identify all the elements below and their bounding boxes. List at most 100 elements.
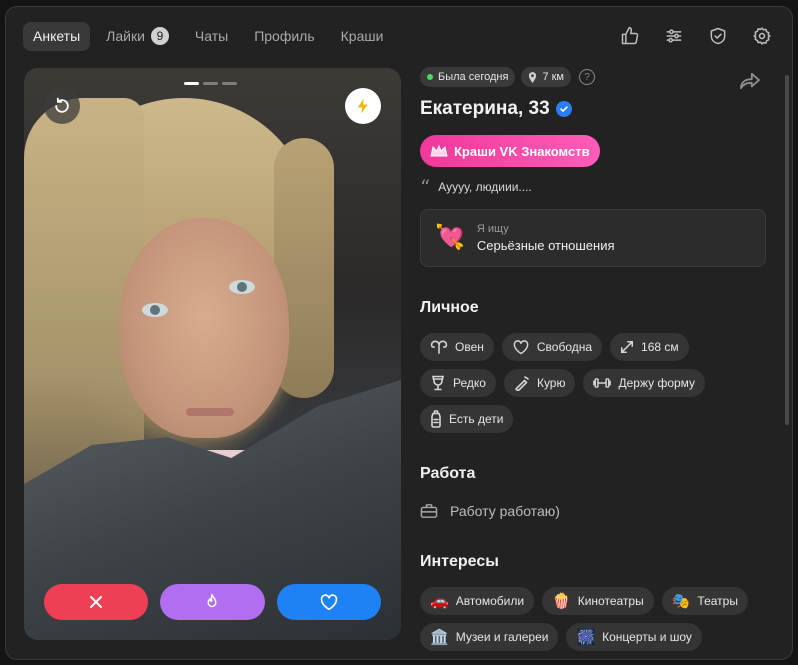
profile-name: Екатерина, 33 [420,97,768,121]
profile-info: Была сегодня 7 км ? Екатерина, 33 Краши … [420,67,768,659]
top-navigation: Анкеты Лайки 9 Чаты Профиль Краши [23,21,778,51]
photo-indicator-dot [222,82,237,85]
like-button[interactable] [276,584,381,620]
aries-icon [430,340,448,354]
popcorn-icon: 🍿 [552,592,571,610]
thumbs-up-icon[interactable] [618,24,642,48]
rewind-button[interactable] [44,88,80,124]
work-section-title: Работа [420,465,476,482]
lightning-icon [357,98,368,114]
likes-count-badge: 9 [150,27,169,45]
photo-face [119,218,289,438]
looking-for-card: 💘 Я ищу Серьёзные отношения [420,209,766,267]
interest-cars: 🚗 Автомобили [420,587,535,615]
work-text: Работу работаю) [450,503,560,519]
tag-label: Свободна [536,340,593,354]
name-age-text: Екатерина, 33 [420,98,550,119]
distance-text: 7 км [542,71,564,83]
dislike-button[interactable] [44,584,149,620]
tag-label: Концерты и шоу [602,630,692,644]
online-status-chip: Была сегодня [420,67,516,87]
interest-museums: 🏛️ Музеи и галереи [420,623,559,651]
crush-badge[interactable]: Краши VK Знакомств [420,135,600,167]
tag-label: Музеи и галереи [455,630,549,644]
gear-icon[interactable] [750,24,774,48]
tab-ankety[interactable]: Анкеты [23,21,91,51]
tab-label: Профиль [254,28,315,44]
close-icon [90,596,103,608]
car-icon: 🚗 [430,592,449,610]
baby-bottle-icon [431,410,441,428]
tag-height: 168 см [610,333,689,361]
photo-mouth [186,408,234,416]
share-button[interactable] [738,69,762,93]
tag-label: Овен [455,340,484,354]
tag-label: Держу форму [618,376,696,390]
verified-icon [555,101,572,117]
work-row: Работу работаю) [420,501,768,521]
boost-button[interactable] [345,88,381,124]
heart-outline-icon [513,340,529,355]
share-icon [740,72,760,90]
filters-icon[interactable] [662,24,686,48]
personal-tags: Овен Свободна 168 см Редко Курю Держу фо… [420,333,768,433]
info-scrollbar[interactable] [785,75,789,425]
quote-text: Ауууу, людиии.... [438,180,532,194]
tag-children: Есть дети [420,405,514,433]
status-row: Была сегодня 7 км ? [420,67,768,87]
fireworks-icon: 🎆 [576,628,596,646]
interest-concerts: 🎆 Концерты и шоу [566,623,702,651]
top-icons [618,24,774,48]
tag-label: Кинотеатры [577,594,644,608]
tab-profile[interactable]: Профиль [244,22,324,51]
dumbbell-icon [593,378,612,388]
help-icon[interactable]: ? [579,69,595,85]
profile-photo[interactable] [24,68,401,640]
tag-label: Курю [536,376,566,390]
tab-label: Краши [340,28,384,44]
tag-smoking: Курю [503,369,576,397]
wine-glass-icon [432,375,444,391]
tag-fitness: Держу форму [583,369,706,397]
tag-label: Театры [697,594,738,608]
tag-label: Автомобили [455,594,525,608]
crown-icon [430,144,448,157]
profile-quote: “ Ауууу, людиии.... [420,177,768,197]
tag-relationship: Свободна [501,333,603,361]
looking-for-label: Я ищу [476,223,509,235]
interests-section-title: Интересы [420,553,499,570]
photo-eye-right [229,280,255,294]
rewind-icon [55,97,69,113]
tab-label: Анкеты [33,28,81,44]
crush-label: Краши VK Знакомств [454,143,590,159]
app-window: Анкеты Лайки 9 Чаты Профиль Краши Была с… [5,6,793,660]
interest-cinemas: 🍿 Кинотеатры [542,587,654,615]
online-dot-icon [427,74,433,80]
tab-chats[interactable]: Чаты [185,22,238,51]
superlike-button[interactable] [160,584,265,620]
photo-indicator-dot [184,82,199,85]
tab-crushes[interactable]: Краши [331,22,394,51]
distance-chip: 7 км [521,67,571,87]
tag-alcohol: Редко [420,369,496,397]
flame-icon [207,593,217,608]
theater-masks-icon: 🎭 [671,592,691,610]
shield-check-icon[interactable] [706,24,730,48]
tab-likes[interactable]: Лайки 9 [96,22,179,51]
tag-label: Есть дети [449,412,504,426]
heart-arrow-icon: 💘 [435,224,465,251]
personal-section-title: Личное [420,299,479,316]
looking-for-value: Серьёзные отношения [476,238,615,253]
swipe-actions [44,584,381,620]
online-status-text: Была сегодня [438,71,509,83]
tag-label: Редко [453,376,486,390]
interest-tags: 🚗 Автомобили 🍿 Кинотеатры 🎭 Театры 🏛️ Му… [420,587,768,651]
briefcase-icon [420,504,438,518]
tab-label: Чаты [194,28,229,44]
heart-icon [320,594,338,611]
museum-icon: 🏛️ [430,628,449,646]
cigarette-icon [515,376,529,391]
expand-icon [621,340,634,354]
tab-label: Лайки [106,28,145,44]
photo-indicator [184,82,237,85]
